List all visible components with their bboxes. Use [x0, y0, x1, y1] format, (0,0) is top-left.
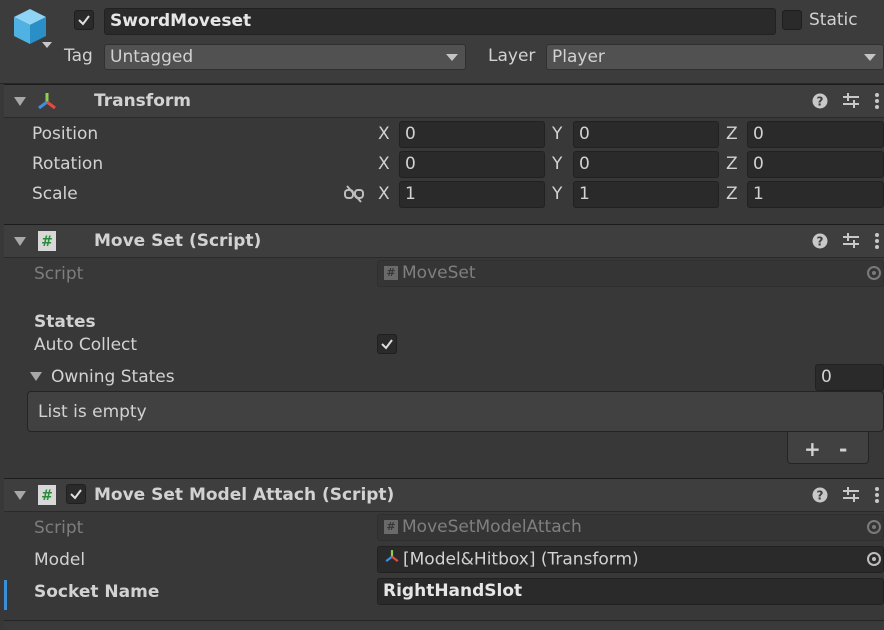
- transform-title: Transform: [94, 91, 191, 111]
- scale-x-axis-label[interactable]: X: [378, 184, 390, 204]
- presets-icon[interactable]: [842, 92, 860, 115]
- list-add-button[interactable]: +: [804, 437, 821, 461]
- rotation-x-field[interactable]: 0: [399, 151, 545, 178]
- tag-label: Tag: [64, 46, 93, 66]
- position-label: Position: [32, 124, 99, 144]
- auto-collect-checkbox[interactable]: [377, 334, 397, 354]
- scale-z-field[interactable]: 1: [747, 181, 884, 208]
- scale-z-axis-label[interactable]: Z: [726, 184, 738, 204]
- tag-value: Untagged: [110, 47, 194, 67]
- owning-states-label[interactable]: Owning States: [51, 367, 175, 387]
- svg-text:#: #: [41, 488, 53, 504]
- more-options-icon[interactable]: [874, 92, 880, 115]
- rotation-y-field[interactable]: 0: [573, 151, 719, 178]
- script-hash-icon: #: [384, 266, 398, 280]
- scale-y-axis-label[interactable]: Y: [552, 184, 562, 204]
- tag-dropdown[interactable]: Untagged: [104, 44, 466, 70]
- position-y-axis-label[interactable]: Y: [552, 124, 562, 144]
- help-icon[interactable]: ?: [812, 93, 828, 114]
- model-value: [Model&Hitbox] (Transform): [403, 549, 639, 570]
- move-set-script-field[interactable]: # MoveSet: [377, 260, 884, 287]
- model-field[interactable]: [Model&Hitbox] (Transform): [377, 546, 884, 573]
- layer-label: Layer: [488, 46, 536, 66]
- svg-text:?: ?: [817, 95, 824, 109]
- chevron-down-icon: [864, 54, 876, 61]
- help-icon[interactable]: ?: [812, 233, 828, 254]
- object-picker-icon[interactable]: [867, 520, 881, 534]
- svg-text:#: #: [41, 234, 53, 250]
- script-hash-icon: #: [37, 230, 57, 257]
- script-hash-icon: #: [37, 484, 57, 511]
- script-hash-icon: #: [384, 520, 398, 534]
- active-toggle[interactable]: [74, 10, 94, 30]
- help-icon[interactable]: ?: [812, 487, 828, 508]
- rotation-z-axis-label[interactable]: Z: [726, 154, 738, 174]
- rotation-z-field[interactable]: 0: [747, 151, 884, 178]
- auto-collect-label: Auto Collect: [34, 335, 138, 355]
- foldout-arrow-icon[interactable]: [14, 491, 26, 500]
- model-label: Model: [34, 550, 86, 570]
- transform-axes-icon: [36, 90, 58, 117]
- position-z-axis-label[interactable]: Z: [726, 124, 738, 144]
- inspector-header: SwordMoveset Static Tag Untagged Layer P…: [0, 0, 884, 84]
- transform-axes-icon: [384, 547, 400, 572]
- object-name-field[interactable]: SwordMoveset: [104, 8, 776, 35]
- owning-states-list: List is empty: [27, 391, 884, 432]
- object-picker-icon[interactable]: [867, 266, 881, 280]
- move-set-title: Move Set (Script): [94, 231, 262, 251]
- rotation-y-axis-label[interactable]: Y: [552, 154, 562, 174]
- presets-icon[interactable]: [842, 486, 860, 509]
- scale-y-field[interactable]: 1: [573, 181, 719, 208]
- constrain-proportions-icon[interactable]: [344, 185, 364, 208]
- socket-name-label: Socket Name: [34, 582, 160, 602]
- position-x-field[interactable]: 0: [399, 121, 545, 148]
- more-options-icon[interactable]: [874, 232, 880, 255]
- foldout-arrow-icon[interactable]: [14, 97, 26, 106]
- model-attach-script-field[interactable]: # MoveSetModelAttach: [377, 514, 884, 541]
- socket-name-field[interactable]: RightHandSlot: [377, 578, 884, 605]
- scale-label: Scale: [32, 184, 78, 204]
- foldout-arrow-icon[interactable]: [14, 237, 26, 246]
- layer-dropdown[interactable]: Player: [546, 44, 884, 70]
- owning-states-foldout-icon[interactable]: [30, 372, 42, 381]
- rotation-label: Rotation: [32, 154, 104, 174]
- position-z-field[interactable]: 0: [747, 121, 884, 148]
- object-picker-icon[interactable]: [867, 552, 881, 566]
- list-add-remove-bar: + -: [787, 432, 869, 464]
- chevron-down-icon: [446, 54, 458, 61]
- model-attach-script-label: Script: [34, 518, 84, 538]
- rotation-x-axis-label[interactable]: X: [378, 154, 390, 174]
- move-set-script-label: Script: [34, 264, 84, 284]
- bottom-divider: [4, 620, 884, 630]
- svg-text:?: ?: [817, 489, 824, 503]
- static-toggle[interactable]: [782, 10, 802, 30]
- owning-states-size-field[interactable]: 0: [815, 364, 884, 391]
- static-label: Static: [809, 10, 858, 30]
- list-remove-button[interactable]: -: [839, 437, 847, 461]
- more-options-icon[interactable]: [874, 486, 880, 509]
- gameobject-cube-icon[interactable]: [12, 6, 52, 55]
- svg-text:?: ?: [817, 235, 824, 249]
- position-y-field[interactable]: 0: [573, 121, 719, 148]
- position-x-axis-label[interactable]: X: [378, 124, 390, 144]
- model-attach-header[interactable]: # Move Set Model Attach (Script) ?: [4, 478, 884, 512]
- scale-x-field[interactable]: 1: [399, 181, 545, 208]
- layer-value: Player: [552, 47, 605, 67]
- model-attach-title: Move Set Model Attach (Script): [94, 485, 395, 505]
- presets-icon[interactable]: [842, 232, 860, 255]
- list-empty-text: List is empty: [38, 402, 147, 422]
- modified-indicator: [4, 580, 7, 610]
- model-attach-enabled-toggle[interactable]: [66, 484, 86, 504]
- model-attach-script-value: MoveSetModelAttach: [402, 517, 582, 537]
- move-set-script-value: MoveSet: [402, 263, 476, 283]
- states-header: States: [34, 312, 96, 332]
- move-set-header[interactable]: # Move Set (Script) ?: [4, 224, 884, 258]
- transform-header[interactable]: Transform ?: [4, 84, 884, 118]
